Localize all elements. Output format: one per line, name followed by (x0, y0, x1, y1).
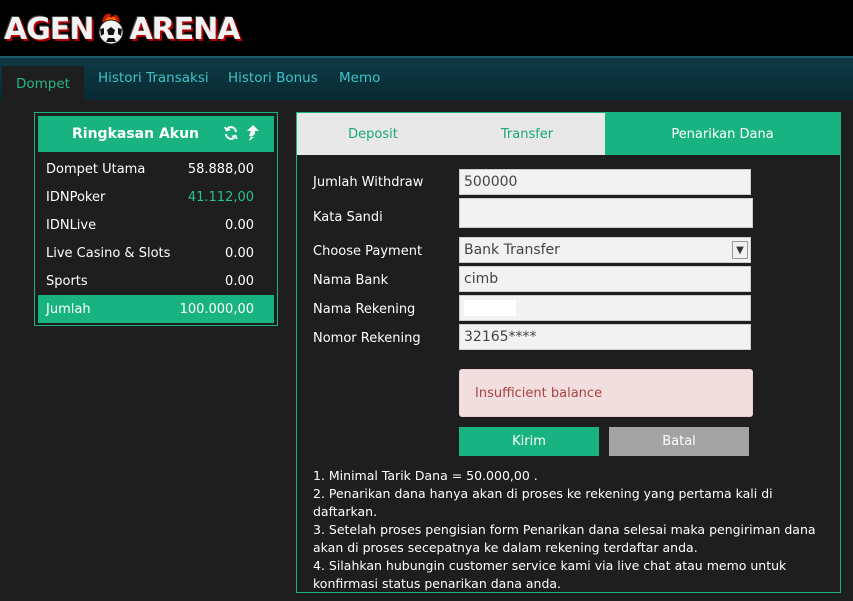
nav-tab-histori-bonus[interactable]: Histori Bonus (228, 70, 318, 86)
site-header: AGEN ARENA (0, 0, 853, 56)
transfer-up-icon[interactable] (246, 125, 260, 145)
withdraw-notes: 1. Minimal Tarik Dana = 50.000,00 . 2. P… (313, 467, 833, 593)
tab-transfer[interactable]: Transfer (449, 113, 605, 155)
summary-row: IDNLive 0.00 (38, 211, 274, 239)
summary-row: IDNPoker 41.112,00 (38, 183, 274, 211)
cancel-button[interactable]: Batal (609, 427, 749, 456)
chevron-down-icon[interactable]: ▼ (732, 241, 748, 259)
account-number-label: Nomor Rekening (313, 331, 421, 346)
account-name-label: Nama Rekening (313, 302, 416, 317)
nav-tab-memo[interactable]: Memo (339, 70, 380, 86)
error-alert: Insufficient balance (459, 369, 753, 417)
payment-method-label: Choose Payment (313, 244, 423, 259)
account-summary-header: Ringkasan Akun (38, 116, 274, 152)
note-item: 3. Setelah proses pengisian form Penarik… (313, 522, 816, 555)
payment-method-value: Bank Transfer (464, 242, 560, 258)
soccer-ball-icon (94, 12, 128, 46)
summary-total-row: Jumlah 100.000,00 (38, 295, 274, 323)
account-summary-panel: Ringkasan Akun Dompet Utama 58.888,00 ID… (34, 112, 278, 326)
summary-row-label: IDNLive (46, 217, 97, 233)
summary-row-label: Dompet Utama (46, 161, 146, 177)
withdraw-form-panel: Deposit Transfer Penarikan Dana Jumlah W… (296, 112, 841, 593)
submit-button[interactable]: Kirim (459, 427, 599, 456)
tab-deposit[interactable]: Deposit (297, 113, 449, 155)
bank-name-label: Nama Bank (313, 273, 389, 288)
withdraw-amount-input[interactable]: 500000 (459, 169, 751, 195)
summary-row-value: 0.00 (225, 245, 254, 261)
withdraw-amount-label: Jumlah Withdraw (313, 175, 424, 190)
refresh-icon[interactable] (224, 126, 238, 144)
summary-total-label: Jumlah (46, 301, 91, 317)
summary-row-label: Live Casino & Slots (46, 245, 171, 261)
summary-row-label: Sports (46, 273, 88, 289)
note-item: 4. Silahkan hubungin customer service ka… (313, 558, 787, 591)
password-input[interactable] (459, 198, 753, 228)
password-label: Kata Sandi (313, 210, 383, 225)
summary-row-label: IDNPoker (46, 189, 106, 205)
account-summary-title: Ringkasan Akun (72, 126, 200, 142)
account-number-input[interactable]: 32165**** (459, 324, 751, 350)
summary-row-value: 0.00 (225, 217, 254, 233)
account-name-input[interactable] (459, 295, 751, 321)
note-item: 2. Penarikan dana hanya akan di proses k… (313, 486, 773, 519)
site-logo[interactable]: AGEN ARENA (4, 4, 241, 54)
summary-row-value: 0.00 (225, 273, 254, 289)
redacted-mask (464, 300, 516, 316)
summary-row-value: 41.112,00 (187, 189, 254, 205)
note-item: 1. Minimal Tarik Dana = 50.000,00 . (313, 468, 538, 483)
summary-row: Dompet Utama 58.888,00 (38, 155, 274, 183)
bank-name-input[interactable]: cimb (459, 266, 751, 292)
summary-row-value: 58.888,00 (187, 161, 254, 177)
summary-row: Sports 0.00 (38, 267, 274, 295)
summary-row: Live Casino & Slots 0.00 (38, 239, 274, 267)
nav-tab-dompet[interactable]: Dompet (2, 66, 84, 102)
payment-method-select[interactable]: Bank Transfer ▼ (459, 237, 751, 263)
summary-total-value: 100.000,00 (179, 301, 254, 317)
nav-tab-histori-transaksi[interactable]: Histori Transaksi (98, 70, 209, 86)
logo-text-left: AGEN (4, 11, 94, 47)
logo-text-right: ARENA (129, 11, 240, 47)
main-nav: Dompet Histori Transaksi Histori Bonus M… (0, 56, 853, 102)
tab-penarikan-dana[interactable]: Penarikan Dana (605, 113, 840, 155)
